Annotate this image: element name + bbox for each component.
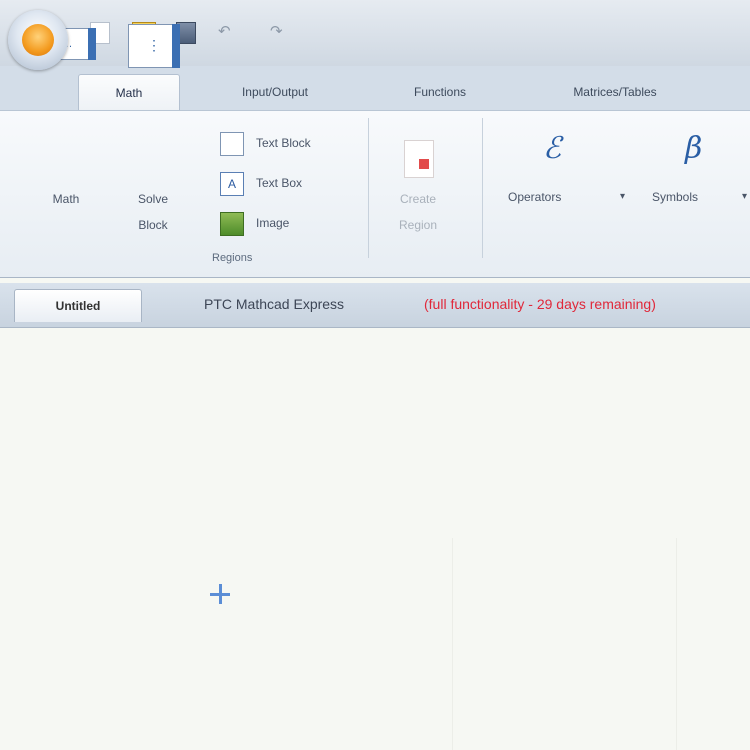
title-bar: ↶ ↷ <box>0 0 750 70</box>
redo-icon[interactable]: ↷ <box>270 22 283 40</box>
solve-block-icon[interactable]: ⋮ <box>128 24 180 68</box>
trial-notice: (full functionality - 29 days remaining) <box>424 296 656 312</box>
math-button-label[interactable]: Math <box>30 190 102 208</box>
mathcad-logo-icon <box>22 24 54 56</box>
symbols-icon[interactable]: β <box>685 131 702 166</box>
tab-math[interactable]: Math <box>78 74 180 111</box>
text-block-button[interactable]: Text Block <box>256 136 311 150</box>
page-margin-line <box>452 538 453 750</box>
document-tab-untitled[interactable]: Untitled <box>14 289 142 322</box>
ribbon-tabs: Math Input/Output Functions Matrices/Tab… <box>0 66 750 111</box>
symbols-dropdown-icon[interactable]: ▾ <box>742 191 747 202</box>
app-menu-button[interactable] <box>8 10 68 70</box>
solve-button-label[interactable]: Solve <box>118 190 188 208</box>
text-box-button[interactable]: Text Box <box>256 176 302 190</box>
symbols-button[interactable]: Symbols <box>652 188 698 206</box>
tab-input-output[interactable]: Input/Output <box>200 74 350 110</box>
create-region-label-2: Region <box>398 218 438 232</box>
regions-group-title: Regions <box>212 252 253 264</box>
page-margin-line <box>676 538 677 750</box>
text-box-icon[interactable]: A <box>220 172 244 196</box>
group-separator <box>482 118 483 258</box>
image-button[interactable]: Image <box>256 216 289 230</box>
operators-button[interactable]: Operators <box>508 188 561 206</box>
image-icon[interactable] <box>220 212 244 236</box>
create-region-icon <box>404 140 434 178</box>
undo-icon[interactable]: ↶ <box>218 22 231 40</box>
crosshair-cursor-icon <box>210 584 230 604</box>
ribbon-panel <box>0 110 750 278</box>
worksheet-canvas[interactable] <box>0 328 750 750</box>
create-region-label: Create <box>399 192 437 206</box>
tab-matrices-tables[interactable]: Matrices/Tables <box>530 74 700 110</box>
operators-dropdown-icon[interactable]: ▾ <box>620 191 625 202</box>
app-name-label: PTC Mathcad Express <box>204 296 345 312</box>
text-block-icon[interactable] <box>220 132 244 156</box>
operators-icon[interactable]: ℰ <box>543 131 561 166</box>
solve-button-label-2[interactable]: Block <box>118 216 188 234</box>
tab-functions[interactable]: Functions <box>380 74 500 110</box>
group-separator <box>368 118 369 258</box>
